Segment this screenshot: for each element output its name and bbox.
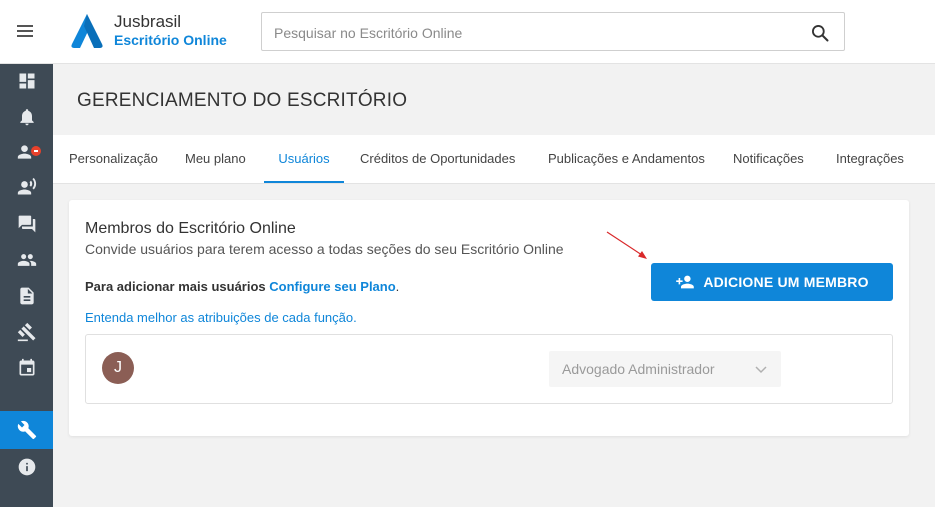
- record-voice-icon: [17, 177, 36, 195]
- page-title: GERENCIAMENTO DO ESCRITÓRIO: [77, 90, 408, 111]
- member-role-select[interactable]: Advogado Administrador: [549, 351, 781, 387]
- avatar: J: [102, 352, 134, 384]
- document-icon: [19, 287, 34, 305]
- notification-badge: [29, 144, 43, 158]
- settings-tabs: Personalização Meu plano Usuários Crédit…: [53, 135, 935, 184]
- sidebar-item-voice[interactable]: [0, 171, 53, 203]
- brand-name: Jusbrasil: [114, 12, 182, 31]
- jusbrasil-logo-icon: [71, 14, 103, 48]
- tab-usuarios[interactable]: Usuários: [264, 135, 344, 183]
- top-header: Jusbrasil Escritório Online: [0, 0, 935, 64]
- roles-info-link[interactable]: Entenda melhor as atribuições de cada fu…: [85, 310, 357, 325]
- plan-info: Para adicionar mais usuários Configure s…: [85, 279, 399, 294]
- annotation-arrow-icon: [606, 231, 647, 259]
- sidebar-item-clients[interactable]: [0, 244, 53, 276]
- chat-icon: [18, 215, 35, 233]
- calendar-icon: [19, 358, 34, 376]
- brand-product: Escritório Online: [114, 32, 227, 48]
- sidebar: [0, 64, 53, 507]
- members-card: Membros do Escritório Online Convide usu…: [69, 200, 909, 436]
- tab-integracoes[interactable]: Integrações: [836, 135, 904, 183]
- sidebar-item-settings[interactable]: [0, 411, 53, 449]
- search-box: [261, 12, 845, 51]
- wrench-icon: [17, 420, 36, 440]
- sidebar-item-notifications[interactable]: [0, 101, 53, 133]
- member-row: J Advogado Administrador: [85, 334, 893, 404]
- sidebar-item-info[interactable]: [0, 451, 53, 483]
- plan-info-suffix: .: [395, 279, 400, 294]
- sidebar-item-messages[interactable]: [0, 208, 53, 240]
- sidebar-item-contacts[interactable]: [0, 136, 53, 168]
- sidebar-item-dashboard[interactable]: [0, 65, 53, 97]
- bell-icon: [19, 109, 34, 126]
- tab-publicacoes[interactable]: Publicações e Andamentos: [548, 135, 705, 183]
- tab-meu-plano[interactable]: Meu plano: [185, 135, 246, 183]
- person-add-icon: [676, 275, 695, 289]
- search-input[interactable]: [274, 23, 794, 43]
- plan-info-text: Para adicionar mais usuários: [85, 279, 266, 294]
- configure-plan-link[interactable]: Configure seu Plano: [269, 279, 395, 294]
- gavel-icon: [17, 322, 36, 342]
- brand-logo[interactable]: Jusbrasil Escritório Online: [68, 12, 227, 50]
- tab-personalizacao[interactable]: Personalização: [69, 135, 158, 183]
- dashboard-icon: [19, 73, 34, 89]
- people-icon: [17, 254, 36, 266]
- sidebar-item-calendar[interactable]: [0, 352, 53, 384]
- sidebar-item-processes[interactable]: [0, 316, 53, 348]
- chevron-down-icon: [755, 366, 767, 374]
- search-icon[interactable]: [810, 23, 830, 43]
- sidebar-item-documents[interactable]: [0, 280, 53, 312]
- members-card-title: Membros do Escritório Online: [85, 220, 296, 237]
- tab-notificacoes[interactable]: Notificações: [733, 135, 804, 183]
- members-card-subtitle: Convide usuários para terem acesso a tod…: [85, 241, 564, 257]
- member-role-value: Advogado Administrador: [562, 361, 715, 377]
- add-member-button[interactable]: ADICIONE UM MEMBRO: [651, 263, 893, 301]
- hamburger-menu-icon[interactable]: [13, 22, 37, 42]
- info-icon: [18, 458, 35, 476]
- tab-creditos[interactable]: Créditos de Oportunidades: [360, 135, 515, 183]
- add-member-label: ADICIONE UM MEMBRO: [703, 274, 869, 290]
